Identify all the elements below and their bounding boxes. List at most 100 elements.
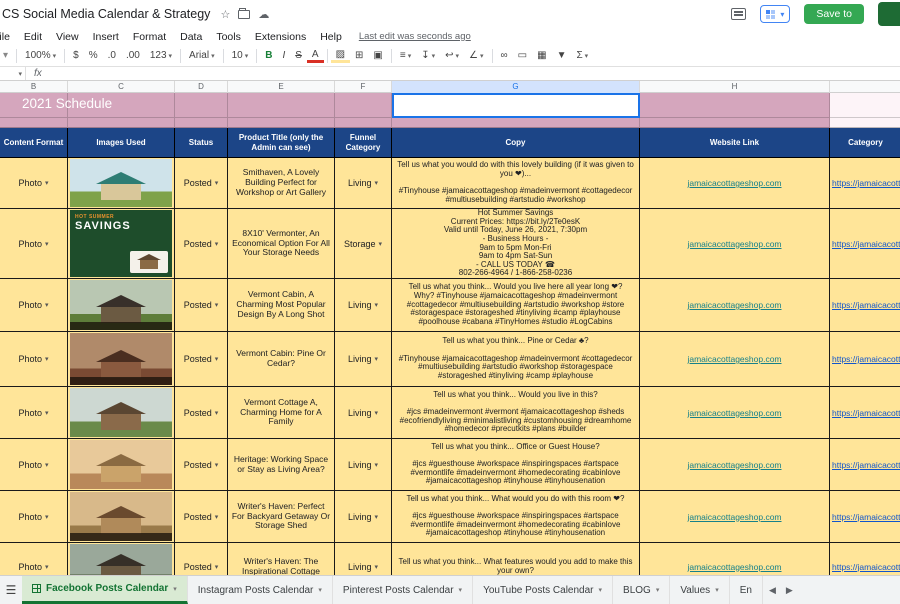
product-title-cell[interactable]: Writer's Haven: The Inspirational Cottag… (228, 543, 335, 575)
header-funnel-category[interactable]: Funnel Category (335, 128, 392, 158)
tab-scroll-left-icon[interactable]: ◀ (769, 585, 776, 596)
sheet-tab-values[interactable]: Values ▾ (670, 576, 730, 604)
tab-menu-arrow-icon[interactable]: ▾ (173, 585, 177, 593)
text-wrap-button[interactable]: ↩ ▾ (440, 50, 464, 61)
sheet-tab-partial[interactable]: En (730, 576, 763, 604)
star-icon[interactable]: ☆ (220, 8, 230, 21)
category-cell[interactable]: https://jamaicacottageshop (830, 439, 900, 491)
copy-cell[interactable]: Tell us what you would do with this love… (392, 158, 640, 209)
menu-help[interactable]: Help (313, 31, 349, 43)
website-link-cell[interactable]: jamaicacottageshop.com (640, 158, 830, 209)
content-format-cell[interactable]: Photo ▾ (0, 387, 68, 439)
dropdown-arrow-icon[interactable]: ▾ (215, 513, 219, 521)
dropdown-arrow-icon[interactable]: ▾ (375, 409, 379, 417)
column-header-e[interactable]: E (228, 81, 335, 93)
menu-file[interactable]: File (0, 31, 17, 43)
content-format-cell[interactable]: Photo ▾ (0, 491, 68, 543)
dropdown-arrow-icon[interactable]: ▾ (215, 409, 219, 417)
paint-format-icon[interactable]: ▾ (0, 50, 13, 61)
category-link[interactable]: https://jamaicacottageshop (832, 408, 900, 418)
status-cell[interactable]: Posted ▾ (175, 491, 228, 543)
dropdown-arrow-icon[interactable]: ▾ (45, 461, 49, 469)
website-link[interactable]: jamaicacottageshop.com (687, 512, 781, 522)
italic-button[interactable]: I (277, 50, 290, 61)
website-link[interactable]: jamaicacottageshop.com (687, 460, 781, 470)
category-link[interactable]: https://jamaicacottageshop (832, 562, 900, 572)
status-cell[interactable]: Posted ▾ (175, 158, 228, 209)
category-link[interactable]: https://jamaicacottageshop (832, 178, 900, 188)
product-title-cell[interactable]: Vermont Cottage A, Charming Home for A F… (228, 387, 335, 439)
status-cell[interactable]: Posted ▾ (175, 279, 228, 332)
header-category[interactable]: Category (830, 128, 900, 158)
avatar[interactable] (878, 2, 900, 26)
vertical-align-button[interactable]: ↧ ▾ (416, 50, 440, 61)
product-title-cell[interactable]: Smithaven, A Lovely Building Perfect for… (228, 158, 335, 209)
funnel-category-cell[interactable]: Living ▾ (335, 332, 392, 387)
website-link-cell[interactable]: jamaicacottageshop.com (640, 209, 830, 279)
content-format-cell[interactable]: Photo ▾ (0, 158, 68, 209)
column-header-i[interactable] (830, 81, 900, 93)
copy-cell[interactable]: Tell us what you think... What features … (392, 543, 640, 575)
website-link-cell[interactable]: jamaicacottageshop.com (640, 491, 830, 543)
merge-cells-button[interactable]: ▣ (368, 50, 387, 61)
content-format-cell[interactable]: Photo ▾ (0, 439, 68, 491)
insert-comment-button[interactable]: ▭ (513, 50, 532, 61)
category-cell[interactable]: https://jamaicacottageshop (830, 332, 900, 387)
insert-chart-button[interactable]: ▦ (532, 50, 551, 61)
currency-format-button[interactable]: $ (68, 50, 84, 61)
content-format-cell[interactable]: Photo ▾ (0, 332, 68, 387)
tab-menu-arrow-icon[interactable]: ▾ (599, 586, 603, 594)
website-link-cell[interactable]: jamaicacottageshop.com (640, 439, 830, 491)
funnel-category-cell[interactable]: Living ▾ (335, 158, 392, 209)
header-website-link[interactable]: Website Link (640, 128, 830, 158)
dropdown-arrow-icon[interactable]: ▾ (375, 563, 379, 571)
website-link-cell[interactable]: jamaicacottageshop.com (640, 279, 830, 332)
tab-menu-arrow-icon[interactable]: ▾ (318, 586, 322, 594)
status-cell[interactable]: Posted ▾ (175, 387, 228, 439)
content-format-cell[interactable]: Photo ▾ (0, 543, 68, 575)
website-link[interactable]: jamaicacottageshop.com (687, 562, 781, 572)
website-link-cell[interactable]: jamaicacottageshop.com (640, 387, 830, 439)
tab-scroll-right-icon[interactable]: ▶ (786, 585, 793, 596)
menu-extensions[interactable]: Extensions (248, 31, 313, 43)
category-link[interactable]: https://jamaicacottageshop (832, 239, 900, 249)
copy-cell[interactable]: Tell us what you think... Pine or Cedar … (392, 332, 640, 387)
share-button[interactable]: ▾ (760, 5, 791, 23)
website-link-cell[interactable]: jamaicacottageshop.com (640, 543, 830, 575)
last-edit-link[interactable]: Last edit was seconds ago (359, 31, 471, 42)
column-header-f[interactable]: F (335, 81, 392, 93)
bold-button[interactable]: B (260, 50, 277, 61)
tab-menu-arrow-icon[interactable]: ▾ (656, 586, 660, 594)
website-link-cell[interactable]: jamaicacottageshop.com (640, 332, 830, 387)
dropdown-arrow-icon[interactable]: ▾ (215, 355, 219, 363)
dropdown-arrow-icon[interactable]: ▾ (45, 409, 49, 417)
sheet-tab-blog[interactable]: BLOG ▾ (613, 576, 671, 604)
category-link[interactable]: https://jamaicacottageshop (832, 460, 900, 470)
category-cell[interactable]: https://jamaicacottageshop (830, 279, 900, 332)
dropdown-arrow-icon[interactable]: ▾ (45, 179, 49, 187)
status-cell[interactable]: Posted ▾ (175, 209, 228, 279)
category-cell[interactable]: https://jamaicacottageshop (830, 387, 900, 439)
insert-link-button[interactable]: ∞ (496, 50, 513, 61)
number-format-button[interactable]: 123 ▾ (145, 50, 177, 61)
images-used-cell[interactable] (68, 332, 175, 387)
dropdown-arrow-icon[interactable]: ▾ (215, 240, 219, 248)
functions-button[interactable]: Σ ▾ (571, 50, 593, 61)
column-header-g[interactable]: G (392, 81, 640, 93)
header-product-title[interactable]: Product Title (only the Admin can see) (228, 128, 335, 158)
tab-menu-arrow-icon[interactable]: ▾ (459, 586, 463, 594)
column-header-h[interactable]: H (640, 81, 830, 93)
status-cell[interactable]: Posted ▾ (175, 543, 228, 575)
images-used-cell[interactable] (68, 158, 175, 209)
move-folder-icon[interactable] (238, 7, 251, 19)
funnel-category-cell[interactable]: Living ▾ (335, 543, 392, 575)
copy-cell[interactable]: Hot Summer Savings Current Prices: https… (392, 209, 640, 279)
product-title-cell[interactable]: Heritage: Working Space or Stay as Livin… (228, 439, 335, 491)
column-header-b[interactable]: B (0, 81, 68, 93)
category-cell[interactable]: https://jamaicacottageshop (830, 543, 900, 575)
menu-view[interactable]: View (49, 31, 86, 43)
increase-decimal-button[interactable]: .00 (121, 50, 145, 61)
text-rotation-button[interactable]: ∠ ▾ (464, 50, 488, 61)
menu-format[interactable]: Format (126, 31, 173, 43)
header-images-used[interactable]: Images Used (68, 128, 175, 158)
